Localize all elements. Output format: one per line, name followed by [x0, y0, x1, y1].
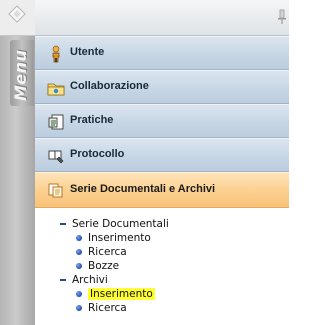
bullet-icon: [76, 305, 82, 311]
document-icon: [48, 114, 64, 130]
tree-item-label: Bozze: [88, 260, 120, 272]
tree-group-archivi[interactable]: Archivi: [60, 273, 108, 287]
submenu-tree: Serie Documentali Inserimento Ricerca Bo…: [35, 212, 289, 325]
stamp-icon: [48, 150, 64, 164]
menu-item-pratiche[interactable]: Pratiche: [35, 104, 289, 138]
bullet-icon: [76, 263, 82, 269]
tree-item-label: Ricerca: [88, 302, 127, 314]
folder-icon: [47, 83, 65, 96]
tree-item-label: Ricerca: [88, 246, 127, 258]
diamond-arrow-icon: [8, 5, 26, 23]
tree-item-inserimento[interactable]: Inserimento: [76, 231, 151, 245]
user-icon: [52, 45, 60, 63]
menu-item-serie-documentali[interactable]: Serie Documentali e Archivi: [35, 172, 289, 208]
menu-item-label: Collaborazione: [70, 80, 149, 92]
tree-item-bozze[interactable]: Bozze: [76, 259, 119, 273]
menu-item-collaborazione[interactable]: Collaborazione: [35, 70, 289, 104]
tree-item-label: Inserimento: [88, 288, 155, 300]
pin-icon[interactable]: [277, 9, 287, 25]
collapse-dash-icon: [60, 223, 66, 225]
copy-icon: [48, 183, 63, 198]
tree-group-label: Archivi: [72, 274, 108, 286]
menu-item-label: Protocollo: [70, 148, 125, 160]
tree-group-label: Serie Documentali: [72, 218, 169, 230]
panel-header: [35, 0, 289, 36]
menu-item-utente[interactable]: Utente: [35, 36, 289, 70]
tree-group-serie-documentali[interactable]: Serie Documentali: [60, 217, 169, 231]
tree-item-label: Inserimento: [88, 232, 151, 244]
tree-item-ricerca[interactable]: Ricerca: [76, 301, 127, 315]
menu-item-label: Pratiche: [70, 114, 114, 126]
bullet-icon: [76, 249, 82, 255]
menu-item-label: Serie Documentali e Archivi: [70, 183, 216, 195]
collapse-dash-icon: [60, 279, 66, 281]
menu-item-protocollo[interactable]: Protocollo: [35, 138, 289, 172]
collapse-corner[interactable]: [0, 0, 35, 36]
menu-item-label: Utente: [70, 46, 105, 58]
bullet-icon: [76, 291, 82, 297]
tree-item-ricerca[interactable]: Ricerca: [76, 245, 127, 259]
menu-tab-label: Menu: [11, 49, 30, 101]
bullet-icon: [76, 235, 82, 241]
tree-item-inserimento-selected[interactable]: Inserimento: [76, 287, 155, 301]
accordion-menu: Utente Collaborazione Pratiche Protocoll…: [35, 36, 289, 208]
